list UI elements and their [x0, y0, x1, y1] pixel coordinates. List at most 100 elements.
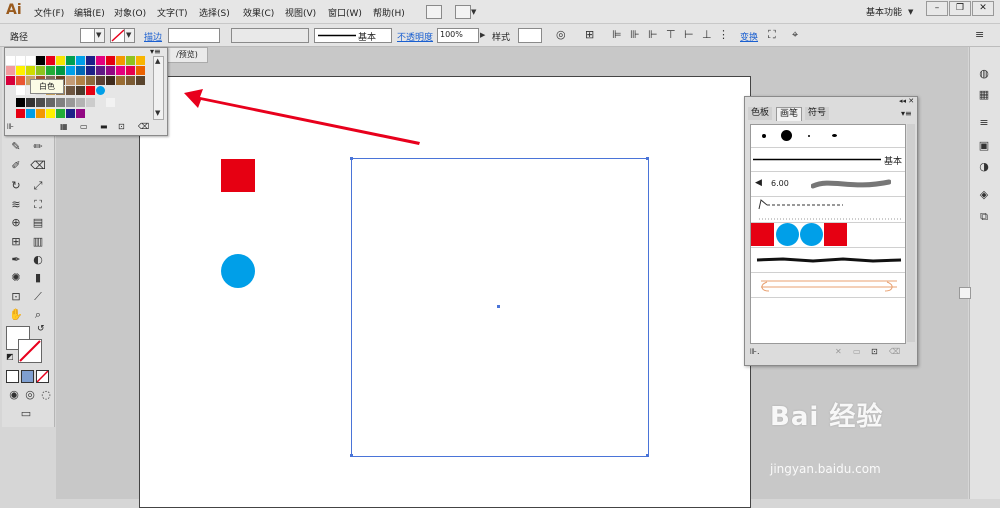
free-transform-tool-icon[interactable]: ⛶ — [28, 196, 48, 214]
color-swatch[interactable] — [76, 76, 85, 85]
brush-row-pattern-dashed[interactable] — [751, 197, 905, 223]
menu-type[interactable]: 文字(T) — [157, 6, 188, 19]
color-mode-icon[interactable] — [6, 370, 19, 383]
tab-brushes[interactable]: 画笔 — [776, 107, 803, 121]
live-paint-tool-icon[interactable]: ▤ — [28, 214, 48, 232]
selection-handle[interactable] — [646, 157, 649, 160]
color-swatch[interactable] — [46, 66, 55, 75]
brush-row-basic[interactable]: 基本 — [751, 148, 905, 172]
color-swatch[interactable] — [106, 56, 115, 65]
color-swatch[interactable] — [16, 86, 25, 95]
color-swatch[interactable] — [26, 66, 35, 75]
brush-row-charcoal[interactable]: ◀ 6.00 — [751, 172, 905, 197]
align-top-icon[interactable]: ⊤ — [666, 28, 676, 41]
menu-effect[interactable]: 效果(C) — [243, 6, 274, 19]
swap-fill-stroke-icon[interactable]: ↺ — [37, 324, 45, 334]
selection-handle[interactable] — [350, 157, 353, 160]
menu-help[interactable]: 帮助(H) — [373, 6, 405, 19]
color-swatch[interactable] — [136, 76, 145, 85]
eraser-tool-icon[interactable]: ⌫ — [28, 157, 48, 175]
default-fill-stroke-icon[interactable]: ◩ — [6, 352, 14, 361]
perspective-grid-tool-icon[interactable]: ⊞ — [6, 233, 26, 251]
color-swatch[interactable] — [16, 66, 25, 75]
color-swatch[interactable] — [116, 76, 125, 85]
color-swatch[interactable] — [56, 66, 65, 75]
color-swatch[interactable] — [96, 66, 105, 75]
stroke-weight-field[interactable] — [168, 28, 220, 43]
color-swatch[interactable] — [66, 109, 75, 118]
brush-row-arrow[interactable] — [751, 273, 905, 298]
shape-builder-tool-icon[interactable]: ⊕ — [6, 214, 26, 232]
brush-dot-tiny[interactable] — [808, 135, 810, 137]
align-center-icon[interactable]: ⊪ — [630, 28, 640, 41]
color-swatch[interactable] — [76, 56, 85, 65]
close-button[interactable]: ✕ — [972, 1, 994, 16]
color-swatch[interactable] — [26, 98, 35, 107]
align-bottom-icon[interactable]: ⊥ — [702, 28, 712, 41]
color-swatch[interactable] — [96, 76, 105, 85]
stroke-dropdown[interactable]: ▼ — [124, 28, 135, 43]
color-swatch[interactable] — [66, 98, 75, 107]
swatch-options-icon[interactable]: ▭ — [80, 122, 88, 131]
graph-tool-icon[interactable]: ▮ — [28, 269, 48, 287]
path-options-icon[interactable]: ⌖ — [792, 28, 798, 42]
color-swatch[interactable] — [46, 56, 55, 65]
panel-collapse-icon[interactable]: ◂◂ ✕ — [899, 97, 914, 105]
draw-inside-icon[interactable]: ◌ — [36, 386, 56, 404]
transform-link[interactable]: 变换 — [740, 30, 758, 43]
stroke-panel-icon[interactable]: ≡ — [977, 116, 991, 130]
color-guide-icon[interactable]: ▦ — [977, 88, 991, 102]
color-swatch[interactable] — [106, 66, 115, 75]
new-color-group-icon[interactable]: ▬ — [100, 122, 108, 131]
color-swatch[interactable] — [6, 76, 15, 85]
color-swatch[interactable] — [96, 98, 105, 107]
brush-dot-oval[interactable] — [832, 134, 837, 137]
color-swatch[interactable] — [56, 109, 65, 118]
recolor-artwork-icon[interactable]: ◎ — [556, 28, 566, 41]
color-swatch[interactable] — [46, 98, 55, 107]
tab-swatches[interactable]: 色板 — [748, 107, 773, 120]
arrange-documents-icon[interactable] — [455, 5, 471, 19]
document-tab[interactable]: /预览) — [166, 47, 208, 63]
brush-row-art-pattern[interactable] — [751, 223, 905, 248]
menu-object[interactable]: 对象(O) — [114, 6, 146, 19]
color-swatch[interactable] — [86, 56, 95, 65]
color-swatch[interactable] — [86, 86, 95, 95]
none-mode-icon[interactable] — [36, 370, 49, 383]
scale-tool-icon[interactable]: ⤢ — [28, 177, 48, 195]
isolate-icon[interactable]: ⛶ — [768, 28, 776, 42]
new-swatch-icon[interactable]: ⊡ — [118, 122, 125, 131]
gradient-mode-icon[interactable] — [21, 370, 34, 383]
color-swatch[interactable] — [136, 56, 145, 65]
color-swatch[interactable] — [116, 56, 125, 65]
color-swatch[interactable] — [76, 109, 85, 118]
layers-panel-icon[interactable]: ◈ — [977, 188, 991, 202]
remove-brush-stroke-icon[interactable]: ✕ — [835, 347, 842, 356]
color-swatch[interactable] — [116, 66, 125, 75]
color-swatch[interactable] — [16, 76, 25, 85]
warp-tool-icon[interactable]: ≋ — [6, 196, 26, 214]
color-swatch[interactable] — [126, 66, 135, 75]
color-swatch[interactable] — [16, 109, 25, 118]
color-swatch[interactable] — [96, 56, 105, 65]
hand-tool-icon[interactable]: ✋ — [6, 306, 26, 324]
color-swatch[interactable] — [26, 56, 35, 65]
color-swatch[interactable] — [56, 98, 65, 107]
color-swatch[interactable] — [126, 76, 135, 85]
color-swatch[interactable] — [16, 98, 25, 107]
zoom-tool-icon[interactable]: ⌕ — [28, 306, 48, 324]
color-swatch[interactable] — [96, 86, 105, 95]
opacity-dropdown-icon[interactable]: ▶ — [480, 31, 485, 39]
show-swatch-kinds-icon[interactable]: ▦ — [60, 122, 68, 131]
color-swatch[interactable] — [6, 56, 15, 65]
gradient-panel-icon[interactable]: ▣ — [977, 139, 991, 153]
color-swatch[interactable] — [36, 109, 45, 118]
swatch-scrollbar[interactable]: ▲ ▼ — [153, 56, 164, 120]
minimize-button[interactable]: – — [926, 1, 948, 16]
brush-list-scrollbar[interactable] — [907, 124, 915, 342]
color-swatch[interactable] — [66, 86, 75, 95]
color-swatch[interactable] — [106, 98, 115, 107]
workspace-switcher[interactable]: 基本功能 — [866, 5, 902, 18]
pencil-tool-icon[interactable]: ✏ — [28, 138, 48, 156]
paintbrush-tool-icon[interactable]: ✎ — [6, 138, 26, 156]
